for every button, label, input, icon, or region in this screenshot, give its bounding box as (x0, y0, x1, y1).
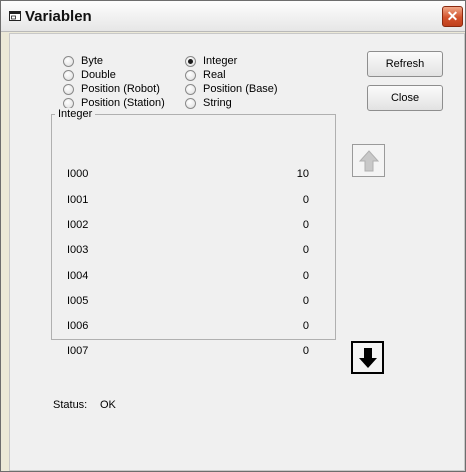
window-title: Variablen (25, 8, 92, 25)
status-value: OK (100, 399, 116, 411)
radio-position-robot-indicator[interactable] (63, 83, 74, 95)
variable-value-i001: 0 (302, 194, 309, 206)
window-icon (9, 11, 21, 21)
radio-position-station-indicator[interactable] (63, 97, 74, 109)
radio-byte-indicator[interactable] (63, 55, 74, 67)
close-window-button[interactable]: ✕ (442, 6, 463, 27)
radio-integer-label: Integer (203, 55, 238, 67)
variable-value-i006: 0 (302, 320, 309, 332)
radio-real[interactable]: Real (185, 69, 226, 81)
radio-position-robot[interactable]: Position (Robot) (63, 83, 160, 95)
arrow-up-icon (358, 149, 379, 171)
variable-name-i001: I001 (67, 194, 89, 206)
radio-double-label: Double (81, 69, 116, 81)
radio-integer-indicator[interactable] (185, 55, 196, 67)
radio-byte[interactable]: Byte (63, 55, 103, 67)
radio-string[interactable]: String (185, 97, 232, 109)
variable-name-i004: I004 (67, 270, 89, 282)
variable-name-i000: I000 (67, 168, 89, 180)
radio-double-indicator[interactable] (63, 69, 74, 81)
radio-position-base-label: Position (Base) (203, 83, 278, 95)
radio-double[interactable]: Double (63, 69, 116, 81)
variable-value-i002: 0 (302, 219, 309, 231)
variable-value-i003: 0 (302, 244, 309, 256)
radio-position-base[interactable]: Position (Base) (185, 83, 278, 95)
variable-name-i007: I007 (67, 345, 89, 357)
scroll-down-button[interactable] (351, 341, 384, 374)
title-bar[interactable]: Variablen ✕ (1, 1, 465, 32)
variable-value-i004: 0 (302, 270, 309, 282)
variable-name-i005: I005 (67, 295, 89, 307)
close-icon: ✕ (446, 8, 459, 24)
variable-name-i002: I002 (67, 219, 89, 231)
radio-string-label: String (203, 97, 232, 109)
variable-value-i007: 0 (302, 345, 309, 357)
variable-value-i000: 10 (296, 168, 309, 180)
radio-real-indicator[interactable] (185, 69, 196, 81)
variable-name-i006: I006 (67, 320, 89, 332)
radio-string-indicator[interactable] (185, 97, 196, 109)
radio-real-label: Real (203, 69, 226, 81)
scroll-up-button[interactable] (352, 144, 385, 177)
refresh-button[interactable]: Refresh (367, 51, 443, 77)
radio-position-base-indicator[interactable] (185, 83, 196, 95)
status-label: Status: (53, 399, 88, 411)
variable-value-i005: 0 (302, 295, 309, 307)
group-box-label: Integer (55, 108, 96, 120)
radio-byte-label: Byte (81, 55, 104, 67)
variable-name-i003: I003 (67, 244, 89, 256)
radio-position-robot-label: Position (Robot) (81, 83, 160, 95)
close-button[interactable]: Close (367, 85, 443, 111)
arrow-down-icon (358, 347, 377, 368)
variablen-window: Variablen ✕ Byte Double Position (Robot)… (0, 0, 466, 472)
radio-integer[interactable]: Integer (185, 55, 237, 67)
